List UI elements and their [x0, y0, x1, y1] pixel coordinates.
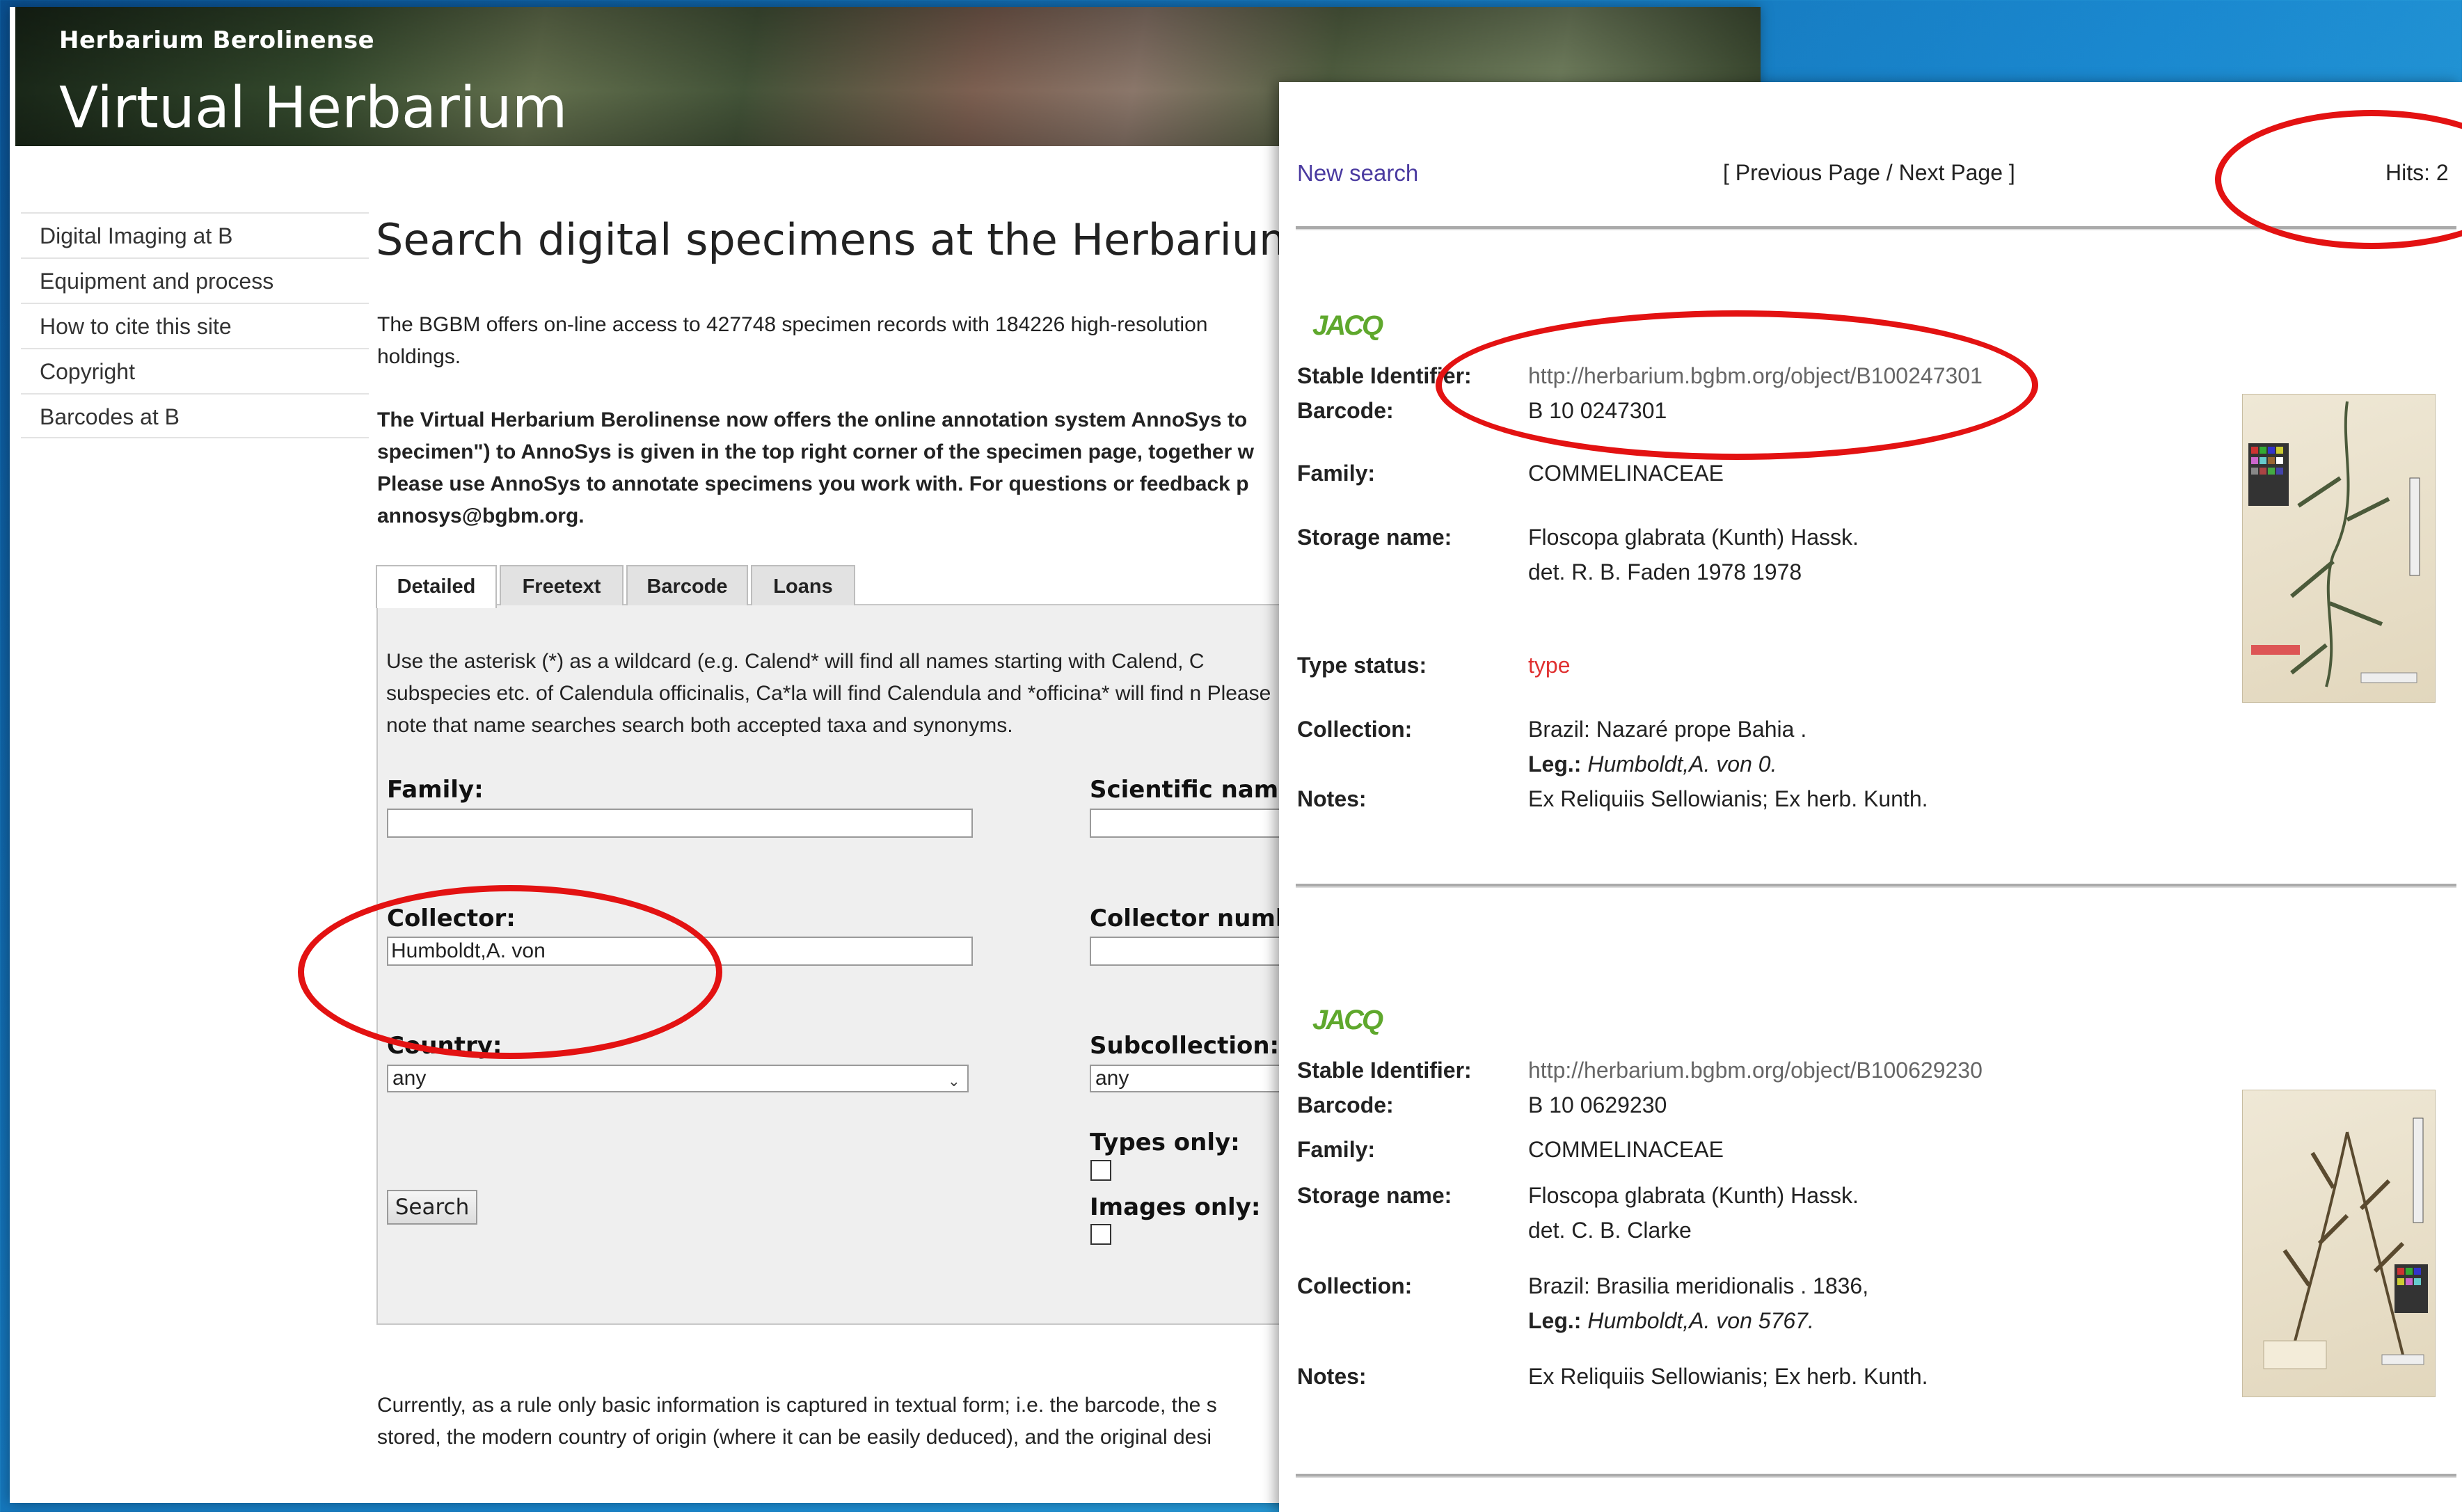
country-select-value: any	[392, 1067, 427, 1090]
storage-name-value: Floscopa glabrata (Kunth) Hassk.	[1528, 1183, 1859, 1208]
sidebar-item-equipment[interactable]: Equipment and process	[21, 257, 369, 303]
images-only-checkbox[interactable]	[1090, 1224, 1111, 1245]
family-label: Family:	[387, 776, 484, 804]
country-select[interactable]: any ⌄	[387, 1065, 969, 1092]
subcollection-select[interactable]: any	[1090, 1065, 1298, 1092]
chevron-down-icon: ⌄	[947, 1072, 960, 1090]
types-only-label: Types only:	[1090, 1129, 1240, 1156]
images-only-label: Images only:	[1090, 1193, 1261, 1221]
hits-count: Hits: 2	[2385, 160, 2449, 185]
notes-label: Notes:	[1297, 1364, 1367, 1389]
results-window: New search [ Previous Page / Next Page ]…	[1279, 82, 2462, 1512]
collection-label: Collection:	[1297, 717, 1413, 742]
stable-identifier-link[interactable]: http://herbarium.bgbm.org/object/B100629…	[1528, 1058, 1983, 1083]
tab-freetext[interactable]: Freetext	[500, 565, 624, 605]
storage-name-label: Storage name:	[1297, 1183, 1452, 1208]
scientific-name-input[interactable]	[1090, 809, 1298, 838]
divider	[1296, 1474, 2456, 1478]
collector-line: Leg.: Humboldt,A. von 0.	[1528, 751, 1777, 777]
storage-name-value: Floscopa glabrata (Kunth) Hassk.	[1528, 525, 1859, 550]
types-only-checkbox[interactable]	[1090, 1160, 1111, 1181]
divider	[1296, 226, 2456, 230]
collection-value: Brazil: Brasilia meridionalis . 1836,	[1528, 1273, 1869, 1298]
subcollection-select-value: any	[1095, 1067, 1129, 1090]
specimen-thumbnail[interactable]	[2242, 394, 2436, 703]
search-button[interactable]: Search	[387, 1190, 477, 1225]
collection-value: Brazil: Nazaré prope Bahia .	[1528, 717, 1807, 742]
intro-text: The BGBM offers on-line access to 427748…	[377, 313, 1208, 368]
site-title[interactable]: Virtual Herbarium	[59, 75, 567, 141]
leg-value: Humboldt,A. von 5767.	[1587, 1308, 1814, 1333]
sidebar-item-copyright[interactable]: Copyright	[21, 348, 369, 393]
stable-identifier-link[interactable]: http://herbarium.bgbm.org/object/B100247…	[1528, 363, 1983, 389]
specimen-thumbnail[interactable]	[2242, 1090, 2436, 1397]
collector-line: Leg.: Humboldt,A. von 5767.	[1528, 1308, 1814, 1334]
barcode-label: Barcode:	[1297, 1092, 1394, 1117]
pagination-links[interactable]: [ Previous Page / Next Page ]	[1723, 160, 2015, 186]
collector-number-input[interactable]	[1090, 937, 1298, 966]
leg-label: Leg.:	[1528, 751, 1582, 777]
sidebar-item-barcodes[interactable]: Barcodes at B	[21, 393, 369, 438]
collector-label: Collector:	[387, 905, 516, 932]
collector-input[interactable]: Humboldt,A. von	[387, 937, 973, 966]
divider	[1296, 884, 2456, 888]
jacq-logo[interactable]: JACQ	[1312, 310, 1383, 342]
collection-label: Collection:	[1297, 1273, 1413, 1298]
barcode-label: Barcode:	[1297, 398, 1394, 423]
sidebar-item-how-to-cite[interactable]: How to cite this site	[21, 303, 369, 348]
tab-loans[interactable]: Loans	[751, 565, 855, 605]
family-value: COMMELINACEAE	[1528, 461, 1724, 486]
family-label: Family:	[1297, 1137, 1376, 1162]
family-value: COMMELINACEAE	[1528, 1137, 1724, 1162]
leg-value: Humboldt,A. von 0.	[1587, 751, 1777, 777]
site-subtitle: Herbarium Berolinense	[59, 26, 375, 54]
wildcard-hint: Use the asterisk (*) as a wildcard (e.g.…	[386, 650, 1271, 737]
subcollection-label: Subcollection:	[1090, 1032, 1280, 1060]
determination: det. R. B. Faden 1978 1978	[1528, 559, 1802, 584]
leg-label: Leg.:	[1528, 1308, 1582, 1333]
notes-value: Ex Reliquiis Sellowianis; Ex herb. Kunth…	[1528, 1364, 1928, 1389]
collector-number-label: Collector numbe	[1090, 905, 1309, 932]
stable-identifier-label: Stable Identifier:	[1297, 1058, 1472, 1083]
storage-name-label: Storage name:	[1297, 525, 1452, 550]
scientific-name-label: Scientific name:	[1090, 776, 1304, 804]
tab-detailed[interactable]: Detailed	[376, 565, 497, 608]
type-status-label: Type status:	[1297, 653, 1427, 678]
notes-label: Notes:	[1297, 786, 1367, 811]
jacq-logo[interactable]: JACQ	[1312, 1005, 1383, 1036]
family-label: Family:	[1297, 461, 1376, 486]
annosys-notice: The Virtual Herbarium Berolinense now of…	[377, 408, 1254, 527]
sidebar-item-digital-imaging[interactable]: Digital Imaging at B	[21, 212, 369, 257]
tab-barcode[interactable]: Barcode	[626, 565, 748, 605]
type-status-value: type	[1528, 653, 1571, 678]
page-title: Search digital specimens at the Herbariu…	[376, 214, 1301, 265]
footer-note: Currently, as a rule only basic informat…	[377, 1394, 1217, 1449]
notes-value: Ex Reliquiis Sellowianis; Ex herb. Kunth…	[1528, 786, 1928, 811]
sidebar-nav: Digital Imaging at B Equipment and proce…	[21, 212, 369, 438]
stable-identifier-label: Stable Identifier:	[1297, 363, 1472, 388]
family-input[interactable]	[387, 809, 973, 838]
country-label: Country:	[387, 1032, 502, 1060]
barcode-value: B 10 0629230	[1528, 1092, 1667, 1117]
barcode-value: B 10 0247301	[1528, 398, 1667, 423]
determination: det. C. B. Clarke	[1528, 1218, 1692, 1243]
new-search-link[interactable]: New search	[1297, 160, 1418, 186]
